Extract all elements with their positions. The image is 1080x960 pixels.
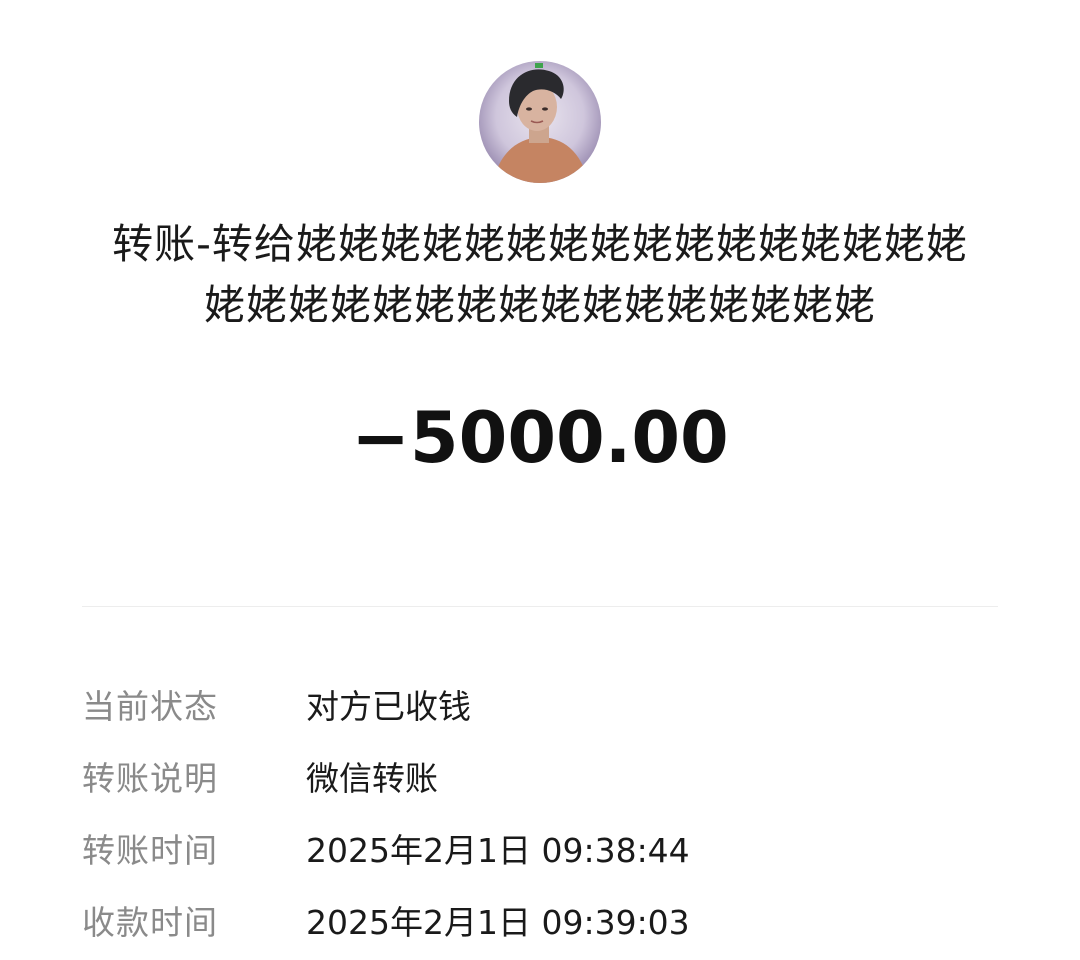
note-label: 转账说明 <box>82 759 218 798</box>
detail-row-note: 转账说明 微信转账 <box>82 740 998 812</box>
receive-time-value: 2025年2月1日 09:39:03 <box>306 903 690 942</box>
note-value: 微信转账 <box>306 759 438 798</box>
detail-row-transfer-time: 转账时间 2025年2月1日 09:38:44 <box>82 812 998 884</box>
avatar-photo <box>479 61 601 183</box>
detail-row-receive-time: 收款时间 2025年2月1日 09:39:03 <box>82 884 998 956</box>
transfer-title: 转账-转给姥姥姥姥姥姥姥姥姥姥姥姥姥姥姥姥 姥姥姥姥姥姥姥姥姥姥姥姥姥姥姥姥 <box>70 214 1010 336</box>
transfer-details: 当前状态 对方已收钱 转账说明 微信转账 转账时间 2025年2月1日 09:3… <box>82 668 998 956</box>
transfer-time-value: 2025年2月1日 09:38:44 <box>306 831 690 870</box>
transfer-time-label: 转账时间 <box>82 831 218 870</box>
receive-time-label: 收款时间 <box>82 903 218 942</box>
transfer-title-line-2: 姥姥姥姥姥姥姥姥姥姥姥姥姥姥姥姥 <box>204 281 876 329</box>
transfer-title-line-1: 转账-转给姥姥姥姥姥姥姥姥姥姥姥姥姥姥姥姥 <box>112 220 968 268</box>
status-value: 对方已收钱 <box>306 687 471 726</box>
recipient-avatar[interactable] <box>479 61 601 183</box>
detail-row-status: 当前状态 对方已收钱 <box>82 668 998 740</box>
divider <box>82 606 998 607</box>
status-label: 当前状态 <box>82 687 218 726</box>
transfer-amount: −5000.00 <box>351 397 729 479</box>
